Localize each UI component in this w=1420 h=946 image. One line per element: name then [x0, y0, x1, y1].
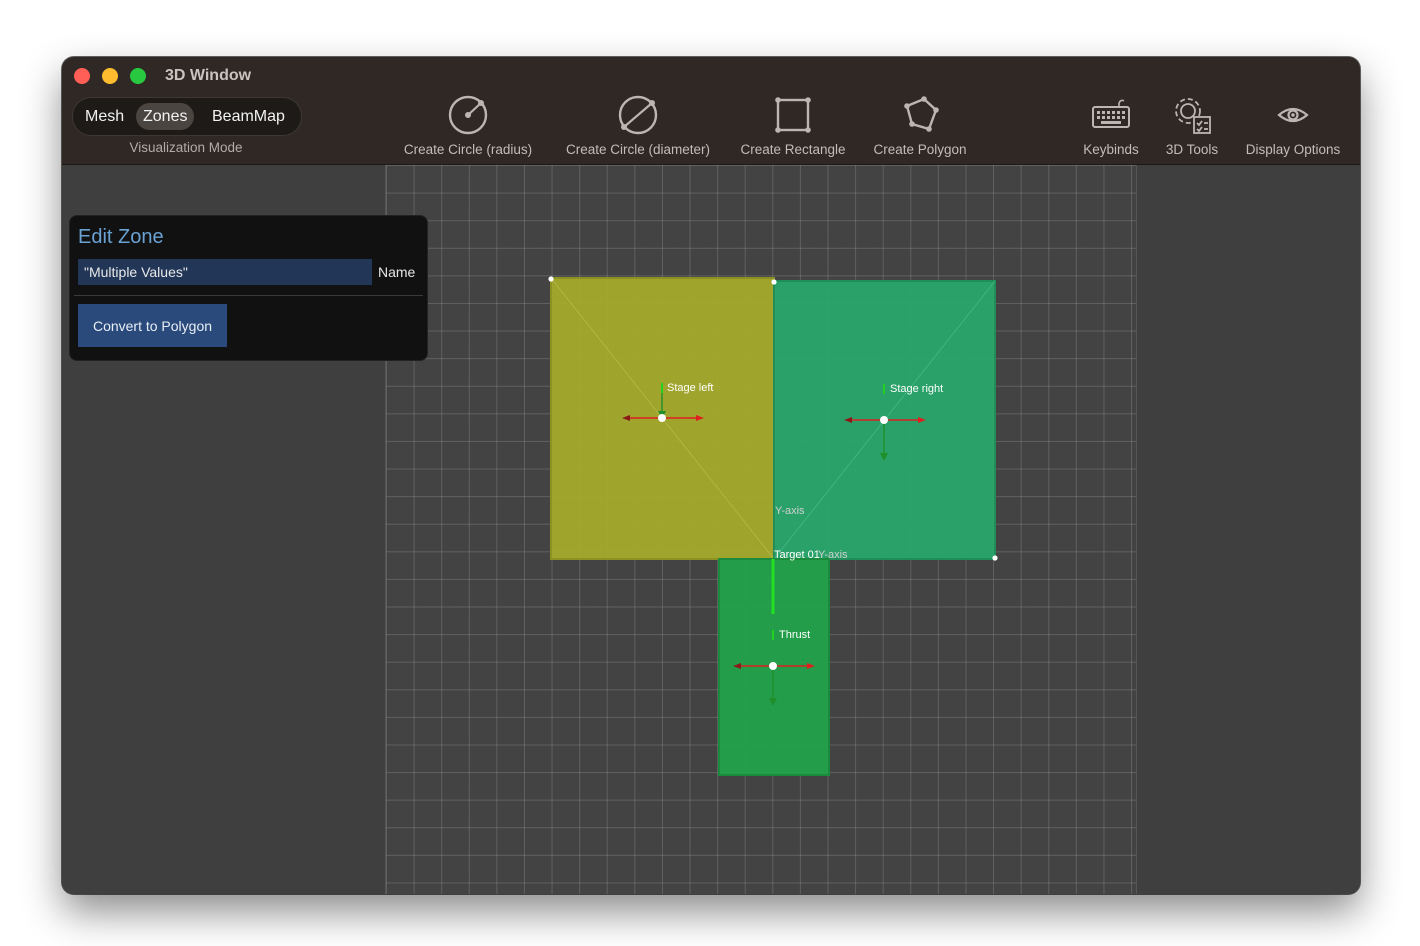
- zone-name-label: Name: [378, 264, 416, 280]
- display-options-button[interactable]: Display Options: [1238, 93, 1348, 157]
- mode-zones[interactable]: Zones: [136, 103, 195, 130]
- zone-name-input[interactable]: [78, 259, 372, 285]
- create-circle-radius-button[interactable]: Create Circle (radius): [398, 93, 538, 157]
- zone-vertex-handle[interactable]: [548, 276, 554, 282]
- create-circle-diameter-label: Create Circle (diameter): [565, 142, 711, 157]
- convert-to-polygon-button[interactable]: Convert to Polygon: [78, 304, 227, 347]
- panel-divider: [74, 295, 423, 296]
- visualization-mode-control: Mesh Zones BeamMap: [72, 97, 302, 136]
- window-title: 3D Window: [165, 67, 252, 84]
- target-y-axis-label: Y-axis: [775, 505, 805, 517]
- circle-radius-icon: [448, 95, 488, 135]
- target-label: Target 01: [774, 549, 820, 561]
- mode-beammap[interactable]: BeamMap: [205, 103, 292, 130]
- keybinds-button[interactable]: Keybinds: [1076, 93, 1146, 157]
- display-options-label: Display Options: [1245, 142, 1341, 157]
- create-polygon-button[interactable]: Create Polygon: [864, 93, 976, 157]
- toolbar: 3D Window Mesh Zones BeamMap Visualizati…: [62, 57, 1360, 165]
- edit-zone-title: Edit Zone: [78, 226, 164, 248]
- zone-vertex-handle[interactable]: [771, 279, 777, 285]
- create-rectangle-label: Create Rectangle: [740, 142, 846, 157]
- circle-diameter-icon: [618, 95, 658, 135]
- zoom-window-button[interactable]: [130, 68, 146, 84]
- keybinds-label: Keybinds: [1083, 142, 1139, 157]
- target-x-axis-label: Y-axis: [818, 549, 848, 561]
- create-polygon-label: Create Polygon: [873, 142, 967, 157]
- zone-label-stage-right: Stage right: [890, 383, 943, 395]
- zone-label-thrust: Thrust: [779, 629, 810, 641]
- zone-vertex-handle[interactable]: [992, 555, 998, 561]
- keyboard-icon: [1092, 99, 1130, 128]
- app-window: 3D Window Mesh Zones BeamMap Visualizati…: [62, 57, 1360, 894]
- rectangle-icon: [775, 97, 811, 133]
- minimize-window-button[interactable]: [102, 68, 118, 84]
- edit-zone-panel: Edit Zone Name Convert to Polygon: [69, 215, 428, 361]
- close-window-button[interactable]: [74, 68, 90, 84]
- viewport[interactable]: Stage left Stage right Thrust Y-axis Y-a…: [62, 165, 1360, 894]
- 3d-tools-button[interactable]: 3D Tools: [1156, 93, 1228, 157]
- gear-checklist-icon: [1175, 98, 1211, 134]
- eye-icon: [1277, 107, 1309, 123]
- mode-mesh[interactable]: Mesh: [78, 103, 131, 130]
- 3d-tools-label: 3D Tools: [1165, 142, 1219, 157]
- create-circle-radius-label: Create Circle (radius): [403, 142, 533, 157]
- polygon-icon: [904, 96, 939, 132]
- create-rectangle-button[interactable]: Create Rectangle: [732, 93, 854, 157]
- visualization-mode-caption: Visualization Mode: [129, 140, 243, 155]
- create-circle-diameter-button[interactable]: Create Circle (diameter): [558, 93, 718, 157]
- zone-label-stage-left: Stage left: [667, 382, 713, 394]
